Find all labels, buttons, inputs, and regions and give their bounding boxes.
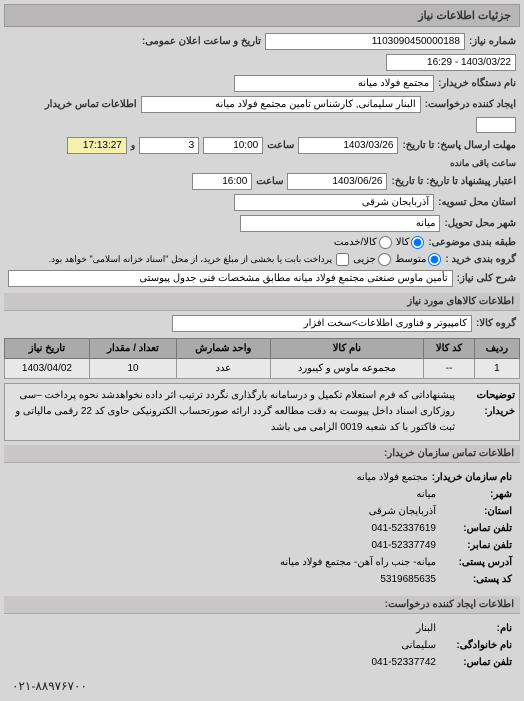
validity-label: اعتبار پیشنهاد تا تاریخ: تا تاریخ: [391,176,516,187]
buyer-contact-field [476,117,516,133]
contact-creator-block: نام:البنار نام خانوادگی:سلیمانی تلفن تما… [4,616,520,675]
items-table: ردیف کد کالا نام کالا واحد شمارش تعداد /… [4,338,520,379]
deadline-label: مهلت ارسال پاسخ: تا تاریخ: [402,140,516,151]
buyer-desc-text: پیشنهاداتی که فرم استعلام تکمیل و درساما… [9,388,455,436]
radio-mid[interactable]: متوسط [395,253,441,266]
group-label: گروه بندی خرید : [445,254,516,265]
cb-fax-k: تلفن نمابر: [440,537,512,554]
remain-days-field: 3 [139,137,199,154]
cc-name-k: نام: [440,620,512,637]
radio-small[interactable]: جزیی [353,253,391,266]
radio-khedmat-text: کالا/خدمت [334,237,377,248]
remain-time-field: 17:13:27 [67,137,127,154]
col-idx: ردیف [474,339,519,359]
cb-post-v: 5319685635 [380,571,436,588]
col-name: نام کالا [270,339,424,359]
contact-creator-title: اطلاعات ایجاد کننده درخواست: [4,596,520,614]
cc-tel-k: تلفن تماس: [440,654,512,671]
cell-name: مجموعه ماوس و کیبورد [270,359,424,379]
buyer-org-field: مجتمع فولاد میانه [234,75,434,92]
cb-addr-v: میانه- جنب راه آهن- مجتمع فولاد میانه [280,554,436,571]
panel-title: جزئیات اطلاعات نیاز [4,4,520,27]
cb-tel-v: 041-52337619 [371,520,436,537]
deadline-date-field: 1403/03/26 [298,137,398,154]
contact-buyer-title: اطلاعات تماس سازمان خریدار: [4,445,520,463]
cb-org-k: نام سازمان خریدار: [432,469,512,486]
and-label: و [131,140,135,151]
city-field: میانه [240,215,440,232]
table-row[interactable]: 1 -- مجموعه ماوس و کیبورد عدد 10 1403/04… [5,359,520,379]
col-date: تاریخ نیاز [5,339,90,359]
cell-date: 1403/04/02 [5,359,90,379]
cc-family-k: نام خانوادگی: [440,637,512,654]
cb-prov-k: استان: [440,503,512,520]
items-header: اطلاعات کالاهای مورد نیاز [4,293,520,311]
radio-kala-input[interactable] [411,236,424,249]
remain-suffix: ساعت باقی مانده [450,158,516,169]
buyer-org-label: نام دستگاه خریدار: [438,78,516,89]
general-title-field: تأمین ماوس صنعتی مجتمع فولاد میانه مطابق… [8,270,453,287]
deadline-hour-label: ساعت [267,140,294,151]
radio-kala[interactable]: کالا [396,236,425,249]
items-group-field: کامپیوتر و فناوری اطلاعات>سخت افزار [172,315,472,332]
creator-field: البنار سلیمانی, کارشناس تامین مجتمع فولا… [141,96,421,113]
col-unit: واحد شمارش [177,339,270,359]
cc-family-v: سلیمانی [401,637,436,654]
cb-org-v: مجتمع فولاد میانه [357,469,428,486]
general-title-label: شرح کلی نیاز: [457,273,516,284]
req-no-field: 1103090450000188 [265,33,465,50]
cc-tel-v: 041-52337742 [371,654,436,671]
radio-kala-text: کالا [396,237,410,248]
radio-mid-text: متوسط [395,254,426,265]
payment-checkbox[interactable] [336,253,349,266]
buyer-contact-label: اطلاعات تماس خریدار [45,99,137,110]
cb-addr-k: آدرس پستی: [440,554,512,571]
deadline-hour-field: 10:00 [203,137,263,154]
cb-fax-v: 041-52337749 [371,537,436,554]
subject-group-label: طبقه بندی موضوعی: [428,237,516,248]
buyer-desc-label: توضیحات خریدار: [455,388,515,436]
cb-city-v: میانه [416,486,436,503]
req-no-label: شماره نیاز: [469,36,516,47]
province-label: استان محل تسویه: [438,197,516,208]
contact-buyer-block: نام سازمان خریدار:مجتمع فولاد میانه شهر:… [4,465,520,592]
radio-khedmat[interactable]: کالا/خدمت [334,236,392,249]
radio-mid-input[interactable] [428,253,441,266]
col-code: کد کالا [424,339,475,359]
province-field: آذربایجان شرقی [234,194,434,211]
radio-small-text: جزیی [353,254,376,265]
pub-datetime-label: تاریخ و ساعت اعلان عمومی: [142,36,261,47]
cell-qty: 10 [89,359,176,379]
cell-code: -- [424,359,475,379]
cb-tel-k: تلفن تماس: [440,520,512,537]
validity-hour-field: 16:00 [192,173,252,190]
cb-prov-v: آذربایجان شرقی [369,503,436,520]
city-label: شهر محل تحویل: [444,218,516,229]
radio-khedmat-input[interactable] [379,236,392,249]
pub-datetime-field: 1403/03/22 - 16:29 [386,54,516,71]
validity-hour-label: ساعت [256,176,283,187]
cell-unit: عدد [177,359,270,379]
cell-idx: 1 [474,359,519,379]
items-group-label: گروه کالا: [476,318,516,329]
creator-label: ایجاد کننده درخواست: [425,99,516,110]
cb-city-k: شهر: [440,486,512,503]
payment-note: پرداخت بابت یا بخشی از مبلغ خرید، از محل… [49,254,333,265]
radio-small-input[interactable] [378,253,391,266]
col-qty: تعداد / مقدار [89,339,176,359]
cc-name-v: البنار [416,620,436,637]
validity-date-field: 1403/06/26 [287,173,387,190]
footer-tel: ۰۲۱-۸۸۹۷۶۷۰۰ [4,675,520,697]
cb-post-k: کد پستی: [440,571,512,588]
buyer-desc-box: توضیحات خریدار: پیشنهاداتی که فرم استعلا… [4,383,520,441]
